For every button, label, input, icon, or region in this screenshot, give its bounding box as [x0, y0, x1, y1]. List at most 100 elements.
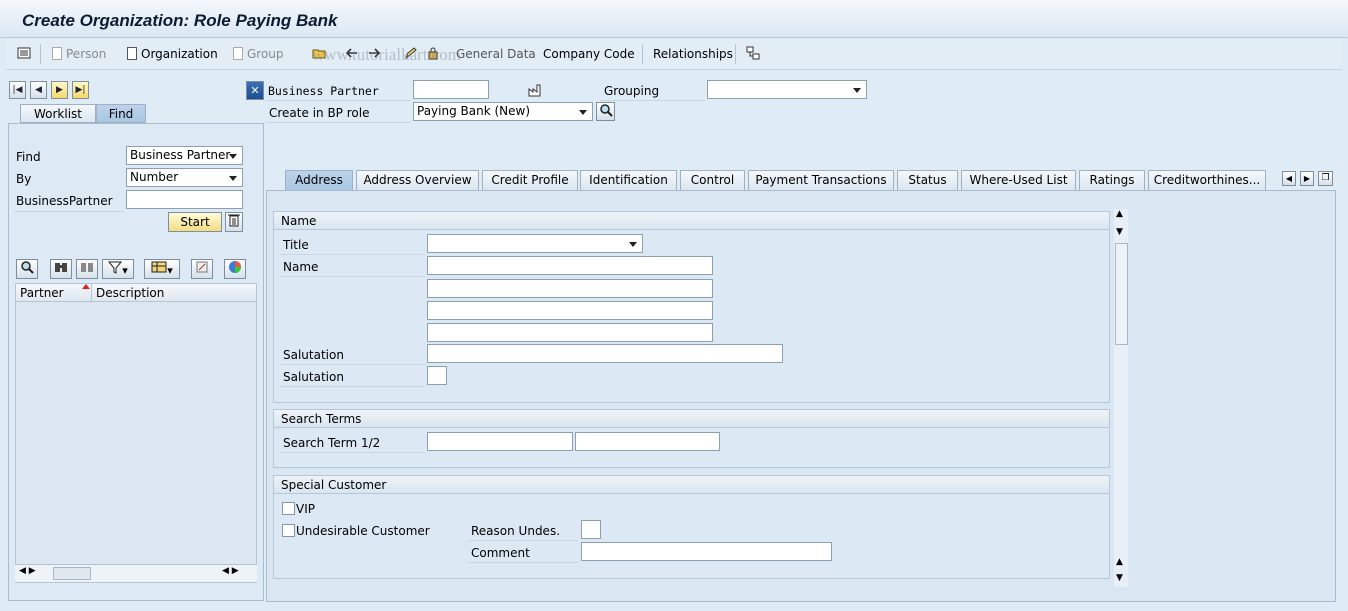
tab-status[interactable]: Status — [897, 170, 958, 190]
collapse-button[interactable]: ✕ — [246, 81, 264, 100]
name-2-input[interactable] — [427, 279, 713, 298]
group-label: Group — [247, 47, 284, 61]
table-layout-icon — [151, 261, 167, 273]
column-partner[interactable]: Partner — [20, 286, 64, 300]
vip-label: VIP — [296, 502, 315, 516]
title-select[interactable] — [427, 234, 643, 253]
scroll-left-icon[interactable]: ◀ ▶ — [19, 566, 36, 576]
vip-checkbox[interactable] — [282, 502, 295, 515]
tab-creditworthiness[interactable]: Creditworthines... — [1148, 170, 1266, 190]
close-icon: ✕ — [250, 84, 260, 97]
delete-button[interactable] — [225, 212, 243, 232]
company-code-button[interactable]: Company Code — [543, 47, 635, 61]
last-record-button[interactable]: ▶| — [72, 81, 89, 99]
find-next-button[interactable] — [76, 259, 98, 279]
label-underline — [280, 386, 425, 387]
find-label: Find — [16, 150, 41, 164]
start-button[interactable]: Start — [168, 212, 222, 232]
find-button[interactable] — [50, 259, 72, 279]
salutation-code-input[interactable] — [427, 366, 447, 385]
previous-record-button[interactable]: ◀ — [30, 81, 47, 99]
magnifier-icon — [599, 104, 613, 117]
business-partner-search-label: BusinessPartner — [16, 194, 113, 208]
hierarchy-icon[interactable] — [746, 46, 760, 60]
start-label: Start — [180, 215, 210, 229]
salutation-code-label: Salutation — [283, 370, 344, 384]
layout-button[interactable]: ▾ — [144, 259, 180, 279]
scroll-thumb[interactable] — [53, 567, 91, 580]
result-list[interactable] — [15, 283, 257, 583]
document-icon — [127, 47, 137, 60]
salutation-input[interactable] — [427, 344, 783, 363]
tab-list-button[interactable]: ❐ — [1318, 171, 1333, 186]
watermark: www.tutorialkart.com — [312, 45, 462, 64]
document-icon — [52, 47, 62, 60]
company-code-label: Company Code — [543, 47, 635, 61]
label-underline — [266, 122, 411, 123]
next-record-button[interactable]: ▶ — [51, 81, 68, 99]
relationships-button[interactable]: Relationships — [653, 47, 733, 61]
tab-payment-transactions[interactable]: Payment Transactions — [748, 170, 894, 190]
factory-icon — [528, 84, 541, 97]
scroll-page-up-icon[interactable]: ▲ — [1116, 557, 1123, 567]
by-label: By — [16, 172, 32, 186]
tab-where-used-list[interactable]: Where-Used List — [961, 170, 1076, 190]
relationships-label: Relationships — [653, 47, 733, 61]
details-button[interactable] — [16, 259, 38, 279]
scroll-thumb[interactable] — [1115, 243, 1128, 345]
tab-ratings[interactable]: Ratings — [1079, 170, 1145, 190]
search-term-2-input[interactable] — [575, 432, 720, 451]
document-icon — [233, 47, 243, 60]
business-partner-search-input[interactable] — [126, 190, 243, 209]
grouping-select[interactable] — [707, 80, 867, 99]
tab-address-overview[interactable]: Address Overview — [356, 170, 479, 190]
tab-credit-profile[interactable]: Credit Profile — [482, 170, 578, 190]
graphic-button[interactable] — [224, 259, 246, 279]
create-role-select[interactable]: Paying Bank (New) — [413, 102, 593, 121]
scroll-down-icon[interactable]: ▼ — [1116, 573, 1123, 583]
comment-input[interactable] — [581, 542, 832, 561]
display-change-icon[interactable] — [17, 46, 31, 60]
tab-find[interactable]: Find — [96, 104, 146, 123]
person-button[interactable]: Person — [52, 47, 106, 61]
label-underline — [600, 100, 705, 101]
column-description[interactable]: Description — [96, 286, 164, 300]
tab-control[interactable]: Control — [680, 170, 745, 190]
undesirable-checkbox[interactable] — [282, 524, 295, 537]
tab-list-icon: ❐ — [1321, 173, 1330, 183]
role-details-button[interactable] — [596, 102, 615, 121]
name-label: Name — [283, 260, 319, 274]
application-toolbar: Person Organization Group General Data w… — [6, 38, 1342, 70]
search-term-1-input[interactable] — [427, 432, 573, 451]
find-select[interactable]: Business Partner — [126, 146, 243, 165]
first-record-button[interactable]: |◀ — [9, 81, 26, 99]
horizontal-scrollbar[interactable] — [15, 564, 257, 582]
binoculars-plus-icon — [81, 263, 93, 272]
export-icon — [196, 261, 208, 273]
business-partner-input[interactable] — [413, 80, 489, 99]
scroll-up-icon[interactable]: ▲ — [1116, 209, 1123, 219]
filter-button[interactable]: ▾ — [102, 259, 134, 279]
create-role-label: Create in BP role — [269, 106, 370, 120]
name-4-input[interactable] — [427, 323, 713, 342]
organization-button[interactable]: Organization — [127, 47, 218, 61]
page-title: Create Organization: Role Paying Bank — [22, 11, 338, 30]
label-underline — [266, 100, 411, 101]
by-select[interactable]: Number — [126, 168, 243, 187]
tab-address[interactable]: Address — [285, 170, 353, 190]
tab-scroll-left[interactable]: ◀ — [1282, 171, 1296, 186]
salutation-label: Salutation — [283, 348, 344, 362]
name-1-input[interactable] — [427, 256, 713, 275]
label-underline — [468, 540, 578, 541]
group-button[interactable]: Group — [233, 47, 284, 61]
general-data-button[interactable]: General Data — [456, 47, 536, 61]
scroll-right-icon[interactable]: ◀ ▶ — [222, 566, 239, 576]
tab-worklist[interactable]: Worklist — [20, 104, 96, 123]
scroll-page-down-icon[interactable]: ▼ — [1116, 227, 1123, 237]
label-underline — [280, 452, 425, 453]
export-button[interactable] — [191, 259, 213, 279]
name-3-input[interactable] — [427, 301, 713, 320]
tab-identification[interactable]: Identification — [580, 170, 677, 190]
tab-scroll-right[interactable]: ▶ — [1300, 171, 1314, 186]
reason-input[interactable] — [581, 520, 601, 539]
